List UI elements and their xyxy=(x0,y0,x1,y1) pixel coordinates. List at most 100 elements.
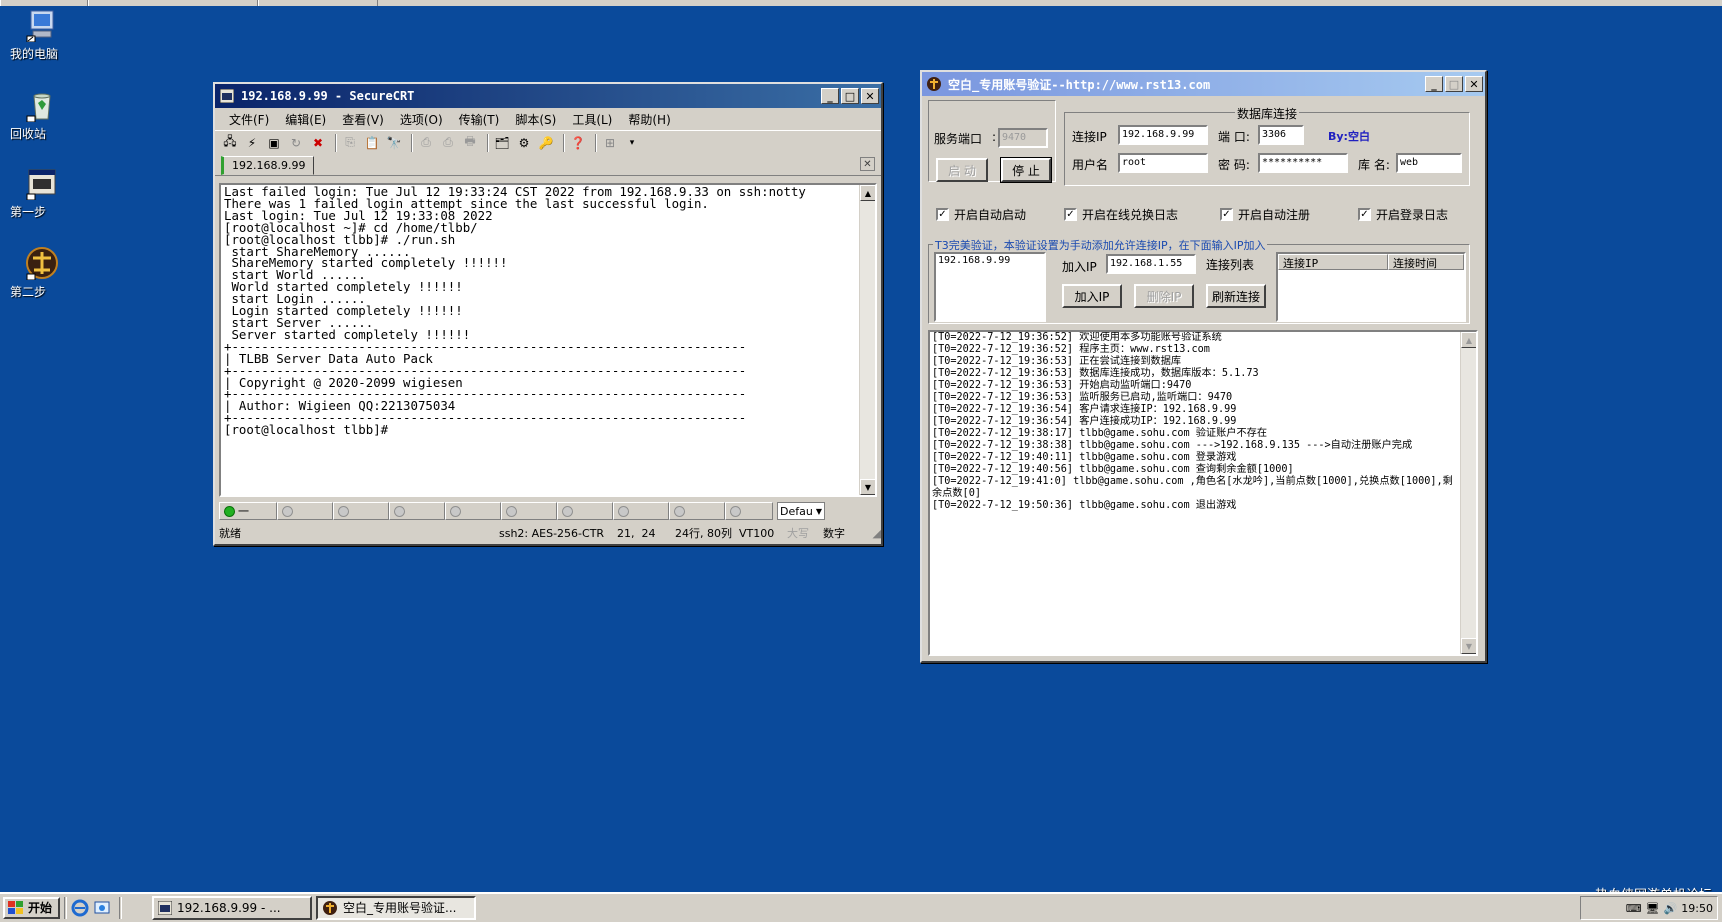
start-button[interactable]: 开始 xyxy=(3,896,61,919)
find-icon[interactable]: 🔭 xyxy=(385,134,403,152)
scroll-up-icon[interactable]: ▲ xyxy=(860,185,875,201)
menu-view[interactable]: 查看(V) xyxy=(334,111,392,128)
button-bar-select[interactable]: Defau ▼ xyxy=(777,502,825,520)
quick-button[interactable] xyxy=(333,502,389,520)
desktop-icon-recycle-bin[interactable]: 回收站 xyxy=(10,88,74,141)
checkbox-label: 开启自动注册 xyxy=(1238,208,1311,222)
maximize-button[interactable]: □ xyxy=(841,88,859,104)
session-options-icon[interactable]: 🗂 xyxy=(493,134,511,152)
desktop-icon-step-one[interactable]: 第一步 xyxy=(10,166,74,219)
securecrt-titlebar[interactable]: 192.168.9.99 - SecureCRT _ □ ✕ xyxy=(215,84,881,108)
quick-button[interactable] xyxy=(669,502,725,520)
network-icon[interactable]: 🖥 xyxy=(1646,902,1660,915)
quick-button[interactable] xyxy=(613,502,669,520)
conn-ip-input[interactable]: 192.168.9.99 xyxy=(1118,125,1208,145)
toolbar-overflow-icon[interactable]: ▾ xyxy=(623,134,641,152)
quick-connect-icon[interactable]: ⚡ xyxy=(243,134,261,152)
help-icon[interactable]: ❓ xyxy=(569,134,587,152)
status-term: VT100 xyxy=(739,526,775,540)
quick-button-1[interactable]: 一 xyxy=(219,502,277,520)
print-selection-icon[interactable]: ⎙ xyxy=(439,134,457,152)
taskbar-item-verifier[interactable]: 空白_专用账号验证... xyxy=(316,895,477,920)
securecrt-window[interactable]: 192.168.9.99 - SecureCRT _ □ ✕ 文件(F) 编辑(… xyxy=(213,82,883,546)
print-icon[interactable]: 🖶 xyxy=(461,134,479,152)
quick-button[interactable] xyxy=(389,502,445,520)
quick-button[interactable] xyxy=(725,502,773,520)
minimize-button[interactable]: _ xyxy=(1425,76,1443,92)
connection-list[interactable]: 连接IP 连接时间 xyxy=(1276,252,1466,322)
service-port-input[interactable]: 9470 xyxy=(998,128,1048,148)
maximize-button[interactable]: □ xyxy=(1445,76,1463,92)
start-button[interactable]: 启 动 xyxy=(936,158,988,182)
keymap-icon[interactable]: 🔑 xyxy=(537,134,555,152)
terminal-output: Last failed login: Tue Jul 12 19:33:24 C… xyxy=(221,185,875,436)
menu-help[interactable]: 帮助(H) xyxy=(620,111,678,128)
paste-icon[interactable]: 📋 xyxy=(363,134,381,152)
desktop-icon-step-two[interactable]: 第二步 xyxy=(10,246,74,299)
verifier-window[interactable]: 空白_专用账号验证--http://www.rst13.com _ □ ✕ 服务… xyxy=(920,70,1487,663)
taskbar-item-label: 空白_专用账号验证... xyxy=(343,901,457,915)
add-ip-input[interactable]: 192.168.1.55 xyxy=(1106,254,1196,274)
checkbox-label: 开启登录日志 xyxy=(1376,208,1449,222)
db-name-input[interactable]: web xyxy=(1396,153,1462,173)
close-button[interactable]: ✕ xyxy=(1465,76,1483,92)
connect-in-tab-icon[interactable]: ▣ xyxy=(265,134,283,152)
volume-icon[interactable]: 🔊 xyxy=(1664,902,1678,915)
reconnect-icon[interactable]: ↻ xyxy=(287,134,305,152)
close-button[interactable]: ✕ xyxy=(861,88,879,104)
verifier-titlebar[interactable]: 空白_专用账号验证--http://www.rst13.com _ □ ✕ xyxy=(922,72,1485,96)
login-log-checkbox[interactable]: ✓ 开启登录日志 xyxy=(1358,206,1448,223)
user-input[interactable]: root xyxy=(1118,153,1208,173)
menu-options[interactable]: 选项(O) xyxy=(392,111,451,128)
auto-start-checkbox[interactable]: ✓ 开启自动启动 xyxy=(936,206,1026,223)
taskbar-item-securecrt[interactable]: 192.168.9.99 - ... xyxy=(152,895,313,920)
scroll-down-icon[interactable]: ▼ xyxy=(1461,638,1476,654)
refresh-connections-button[interactable]: 刷新连接 xyxy=(1206,284,1266,308)
terminal-area[interactable]: Last failed login: Tue Jul 12 19:33:24 C… xyxy=(219,183,877,497)
port-input[interactable]: 3306 xyxy=(1258,125,1304,145)
menu-transfer[interactable]: 传输(T) xyxy=(451,111,508,128)
password-input[interactable]: ********** xyxy=(1258,153,1348,173)
step-two-icon xyxy=(25,246,59,281)
terminal-scrollbar[interactable]: ▲ ▼ xyxy=(859,185,875,495)
clock[interactable]: 19:50 xyxy=(1681,902,1713,915)
disconnect-icon[interactable]: ✖ xyxy=(309,134,327,152)
minimize-button[interactable]: _ xyxy=(821,88,839,104)
column-header-ip[interactable]: 连接IP xyxy=(1278,254,1388,270)
internet-explorer-icon[interactable] xyxy=(71,899,89,917)
allowed-ip-list[interactable]: 192.168.9.99 xyxy=(934,252,1046,322)
quick-button[interactable] xyxy=(557,502,613,520)
log-area[interactable]: [T0=2022-7-12_19:36:52] 欢迎使用本多功能账号验证系统 [T… xyxy=(928,330,1478,656)
global-options-icon[interactable]: ⚙ xyxy=(515,134,533,152)
quick-button[interactable] xyxy=(277,502,333,520)
list-item[interactable]: 192.168.9.99 xyxy=(938,255,1042,266)
auto-register-checkbox[interactable]: ✓ 开启自动注册 xyxy=(1220,206,1310,223)
online-exchange-log-checkbox[interactable]: ✓ 开启在线兑换日志 xyxy=(1064,206,1178,223)
delete-ip-button[interactable]: 删除IP xyxy=(1134,284,1194,308)
log-scrollbar[interactable]: ▲ ▼ xyxy=(1460,332,1476,654)
menu-tools[interactable]: 工具(L) xyxy=(564,111,620,128)
desktop-icon-my-computer[interactable]: 我的电脑 xyxy=(10,8,74,61)
menu-file[interactable]: 文件(F) xyxy=(221,111,277,128)
column-header-time[interactable]: 连接时间 xyxy=(1388,254,1464,270)
resize-grip-icon[interactable]: ◢ xyxy=(873,527,881,540)
quick-button[interactable] xyxy=(445,502,501,520)
stop-button[interactable]: 停 止 xyxy=(1000,157,1052,183)
scroll-up-icon[interactable]: ▲ xyxy=(1461,332,1476,348)
connect-icon[interactable]: 🖧 xyxy=(221,134,239,152)
session-tab[interactable]: 192.168.9.99 xyxy=(221,156,315,175)
sftp-icon[interactable]: ⊞ xyxy=(601,134,619,152)
recycle-bin-icon xyxy=(25,88,59,123)
taskbar: 开始 192.168.9.99 - ... 空白_专用账号验证... ⌨ 🖥 🔊… xyxy=(0,892,1722,922)
menu-edit[interactable]: 编辑(E) xyxy=(277,111,334,128)
print-setup-icon[interactable]: ⎙ xyxy=(417,134,435,152)
close-session-icon[interactable]: ✕ xyxy=(860,157,875,171)
quick-button[interactable] xyxy=(501,502,557,520)
copy-icon[interactable]: ⎘ xyxy=(341,134,359,152)
add-ip-button[interactable]: 加入IP xyxy=(1062,284,1122,308)
menu-script[interactable]: 脚本(S) xyxy=(507,111,564,128)
scroll-down-icon[interactable]: ▼ xyxy=(860,479,875,495)
verifier-app-icon xyxy=(926,76,942,92)
keyboard-icon[interactable]: ⌨ xyxy=(1626,902,1642,915)
show-desktop-icon[interactable] xyxy=(93,899,111,917)
